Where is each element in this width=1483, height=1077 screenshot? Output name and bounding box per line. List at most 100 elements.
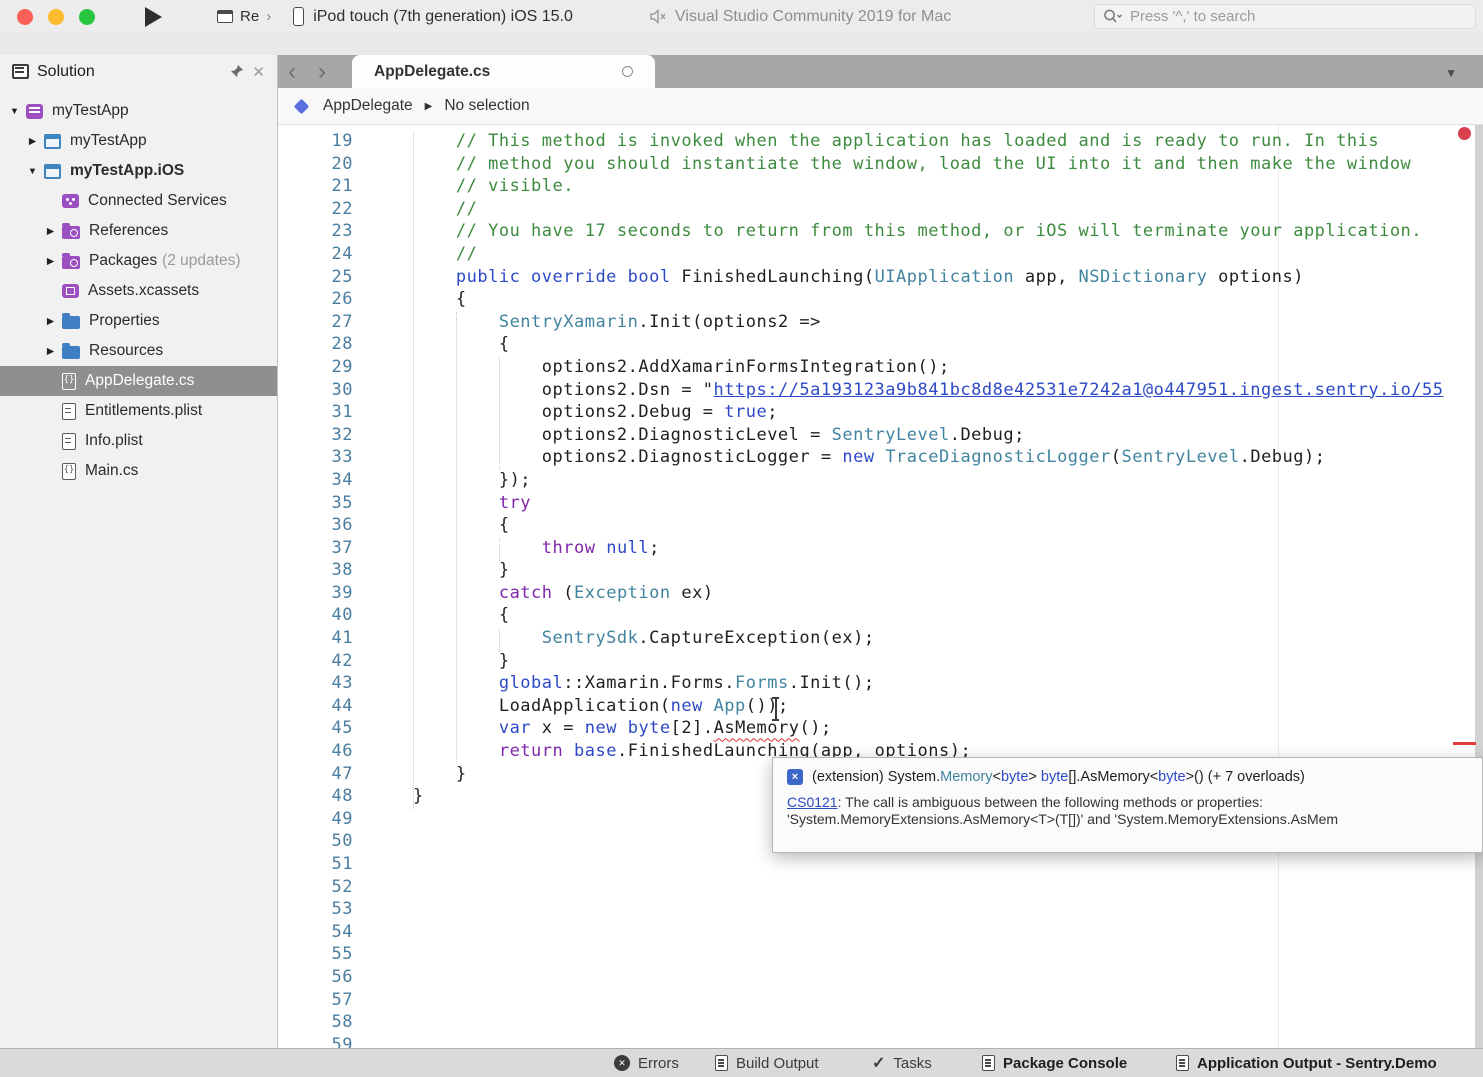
statusbar-item-errors[interactable]: ✕Errors [614,1049,679,1077]
navigate-forward-button[interactable]: › [318,58,326,86]
tree-item-mytestapp[interactable]: ▼myTestApp [0,96,277,126]
code-line-45[interactable]: 45 var x = new byte[2].AsMemory(); [278,718,1483,741]
line-number[interactable]: 43 [278,673,353,696]
tab-overflow-button[interactable]: ▼ [1445,66,1457,80]
run-button[interactable] [145,7,162,27]
line-number[interactable]: 36 [278,515,353,538]
code-line-57[interactable]: 57 [278,990,1483,1013]
line-number[interactable]: 19 [278,131,353,154]
line-number[interactable]: 27 [278,312,353,335]
disclosure-down-icon[interactable]: ▼ [24,166,41,177]
disclosure-right-icon[interactable]: ▶ [24,136,41,147]
code-line-22[interactable]: 22 // [278,199,1483,222]
line-number[interactable]: 53 [278,899,353,922]
line-number[interactable]: 28 [278,334,353,357]
line-number[interactable]: 57 [278,990,353,1013]
code-line-32[interactable]: 32 options2.DiagnosticLevel = SentryLeve… [278,425,1483,448]
disclosure-right-icon[interactable]: ▶ [42,346,59,357]
code-line-51[interactable]: 51 [278,854,1483,877]
line-number[interactable]: 50 [278,831,353,854]
minimize-window-button[interactable] [48,9,64,25]
tree-item-appdelegate-cs[interactable]: AppDelegate.cs [0,366,277,396]
tree-item-mytestapp-ios[interactable]: ▼myTestApp.iOS [0,156,277,186]
line-number[interactable]: 56 [278,967,353,990]
line-number[interactable]: 33 [278,447,353,470]
code-line-54[interactable]: 54 [278,922,1483,945]
code-line-55[interactable]: 55 [278,944,1483,967]
error-code-link[interactable]: CS0121 [787,794,838,810]
close-window-button[interactable] [17,9,33,25]
code-line-35[interactable]: 35 try [278,493,1483,516]
line-number[interactable]: 54 [278,922,353,945]
code-line-41[interactable]: 41 SentrySdk.CaptureException(ex); [278,628,1483,651]
code-line-38[interactable]: 38 } [278,560,1483,583]
code-line-23[interactable]: 23 // You have 17 seconds to return from… [278,221,1483,244]
statusbar-item-build-output[interactable]: Build Output [715,1049,819,1077]
line-number[interactable]: 38 [278,560,353,583]
code-line-56[interactable]: 56 [278,967,1483,990]
line-number[interactable]: 44 [278,696,353,719]
code-line-28[interactable]: 28 { [278,334,1483,357]
code-line-30[interactable]: 30 options2.Dsn = "https://5a193123a9b84… [278,380,1483,403]
line-number[interactable]: 58 [278,1012,353,1035]
line-number[interactable]: 29 [278,357,353,380]
line-number[interactable]: 42 [278,651,353,674]
code-line-58[interactable]: 58 [278,1012,1483,1035]
navigate-back-button[interactable]: ‹ [288,58,296,86]
device-selector[interactable]: iPod touch (7th generation) iOS 15.0 [293,7,573,26]
tab-appdelegate[interactable]: AppDelegate.cs [352,55,655,88]
line-number[interactable]: 47 [278,764,353,787]
code-line-27[interactable]: 27 SentryXamarin.Init(options2 => [278,312,1483,335]
code-line-26[interactable]: 26 { [278,289,1483,312]
tree-item-info-plist[interactable]: Info.plist [0,426,277,456]
search-input[interactable]: Press '^,' to search [1094,4,1476,29]
error-scroll-marker[interactable] [1453,742,1476,745]
tree-item-main-cs[interactable]: Main.cs [0,456,277,486]
line-number[interactable]: 32 [278,425,353,448]
line-number[interactable]: 21 [278,176,353,199]
line-number[interactable]: 39 [278,583,353,606]
line-number[interactable]: 52 [278,877,353,900]
code-line-21[interactable]: 21 // visible. [278,176,1483,199]
code-line-24[interactable]: 24 // [278,244,1483,267]
line-number[interactable]: 55 [278,944,353,967]
line-number[interactable]: 46 [278,741,353,764]
line-number[interactable]: 30 [278,380,353,403]
code-line-29[interactable]: 29 options2.AddXamarinFormsIntegration()… [278,357,1483,380]
tree-item-packages[interactable]: ▶Packages(2 updates) [0,246,277,276]
line-number[interactable]: 35 [278,493,353,516]
tree-item-connected-services[interactable]: Connected Services [0,186,277,216]
breadcrumb-selection[interactable]: No selection [444,97,529,115]
line-number[interactable]: 23 [278,221,353,244]
code-editor[interactable]: 19 // This method is invoked when the ap… [278,125,1483,1048]
tree-item-resources[interactable]: ▶Resources [0,336,277,366]
line-number[interactable]: 24 [278,244,353,267]
statusbar-item-tasks[interactable]: ✓Tasks [872,1049,932,1077]
line-number[interactable]: 34 [278,470,353,493]
code-line-20[interactable]: 20 // method you should instantiate the … [278,154,1483,177]
statusbar-item-package-console[interactable]: Package Console [982,1049,1127,1077]
line-number[interactable]: 59 [278,1035,353,1048]
zoom-window-button[interactable] [79,9,95,25]
code-line-25[interactable]: 25 public override bool FinishedLaunchin… [278,267,1483,290]
line-number[interactable]: 37 [278,538,353,561]
tree-item-entitlements-plist[interactable]: Entitlements.plist [0,396,277,426]
code-line-19[interactable]: 19 // This method is invoked when the ap… [278,131,1483,154]
code-line-44[interactable]: 44 LoadApplication(new App()); [278,696,1483,719]
code-line-36[interactable]: 36 { [278,515,1483,538]
code-line-37[interactable]: 37 throw null; [278,538,1483,561]
line-number[interactable]: 48 [278,786,353,809]
disclosure-right-icon[interactable]: ▶ [42,256,59,267]
close-panel-icon[interactable]: ✕ [252,63,265,81]
line-number[interactable]: 31 [278,402,353,425]
disclosure-right-icon[interactable]: ▶ [42,226,59,237]
line-number[interactable]: 51 [278,854,353,877]
line-number[interactable]: 26 [278,289,353,312]
code-line-31[interactable]: 31 options2.Debug = true; [278,402,1483,425]
line-number[interactable]: 20 [278,154,353,177]
pin-icon[interactable] [229,64,244,79]
code-line-43[interactable]: 43 global::Xamarin.Forms.Forms.Init(); [278,673,1483,696]
line-number[interactable]: 40 [278,605,353,628]
line-number[interactable]: 45 [278,718,353,741]
code-line-33[interactable]: 33 options2.DiagnosticLogger = new Trace… [278,447,1483,470]
